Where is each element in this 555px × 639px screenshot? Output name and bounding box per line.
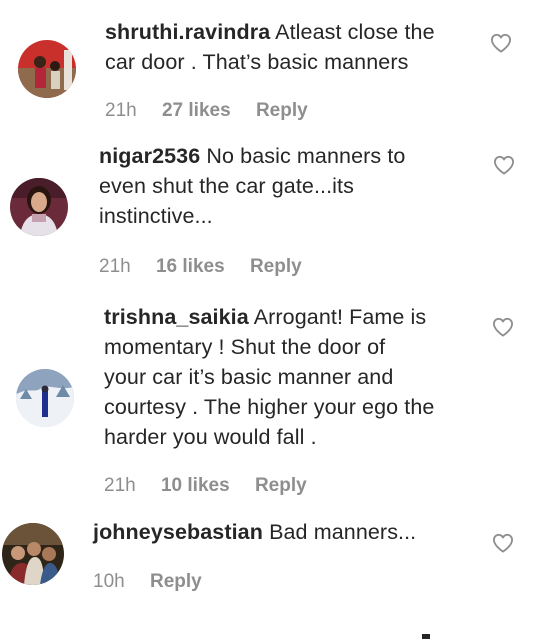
comment-meta: 21h 10 likes Reply — [104, 474, 327, 498]
reply-button[interactable]: Reply — [250, 256, 302, 277]
reply-button[interactable]: Reply — [255, 475, 307, 496]
avatar-photo-icon — [18, 40, 76, 98]
comment-body-line: instinctive... — [99, 204, 213, 228]
heart-outline-icon[interactable] — [490, 33, 512, 53]
comment-username[interactable]: johneysebastian — [93, 520, 263, 544]
comment-body-line: momentary ! Shut the door of — [104, 335, 386, 359]
reply-button[interactable]: Reply — [256, 100, 308, 121]
comment-likes[interactable]: 10 likes — [161, 475, 230, 496]
avatar-photo-icon — [2, 523, 64, 585]
comment-likes[interactable]: 16 likes — [156, 256, 225, 277]
cursor-fragment — [422, 634, 430, 639]
avatar[interactable] — [18, 40, 76, 98]
comment-text: nigar2536 No basic manners to even shut … — [99, 141, 489, 231]
comment-likes[interactable]: 27 likes — [162, 100, 231, 121]
comment-username[interactable]: nigar2536 — [99, 144, 200, 168]
comment-text: johneysebastian Bad manners... — [93, 517, 493, 547]
comment-time: 21h — [99, 256, 131, 277]
comment-meta: 10h Reply — [93, 570, 222, 594]
comment-body-line: Arrogant! Fame is — [253, 305, 427, 329]
heart-outline-icon[interactable] — [492, 533, 514, 553]
avatar-photo-icon — [10, 178, 68, 236]
comment-body-line: No basic manners to — [206, 144, 406, 168]
comment-body-line: your car it’s basic manner and — [104, 365, 394, 389]
heart-outline-icon[interactable] — [493, 155, 515, 175]
comment-body-line: Atleast close the — [275, 20, 435, 44]
avatar[interactable] — [10, 178, 68, 236]
comment-body-line: courtesy . The higher your ego the — [104, 395, 435, 419]
heart-outline-icon[interactable] — [492, 317, 514, 337]
comment-username[interactable]: trishna_saikia — [104, 305, 249, 329]
comment-body-line: harder you would fall . — [104, 425, 317, 449]
comment-body-line: even shut the car gate...its — [99, 174, 354, 198]
comment-meta: 21h 16 likes Reply — [99, 255, 322, 279]
comment-meta: 21h 27 likes Reply — [105, 99, 328, 123]
comment-username[interactable]: shruthi.ravindra — [105, 20, 270, 44]
comment-body-line: Bad manners... — [269, 520, 417, 544]
comment-time: 10h — [93, 571, 125, 592]
reply-button[interactable]: Reply — [150, 571, 202, 592]
avatar[interactable] — [16, 369, 74, 427]
avatar-photo-icon — [16, 369, 74, 427]
comment-body-line: car door . That’s basic manners — [105, 50, 409, 74]
avatar[interactable] — [2, 523, 64, 585]
comment-time: 21h — [104, 475, 136, 496]
comment-text: trishna_saikia Arrogant! Fame is momenta… — [104, 302, 494, 452]
comment-text: shruthi.ravindra Atleast close the car d… — [105, 17, 485, 77]
comment-time: 21h — [105, 100, 137, 121]
